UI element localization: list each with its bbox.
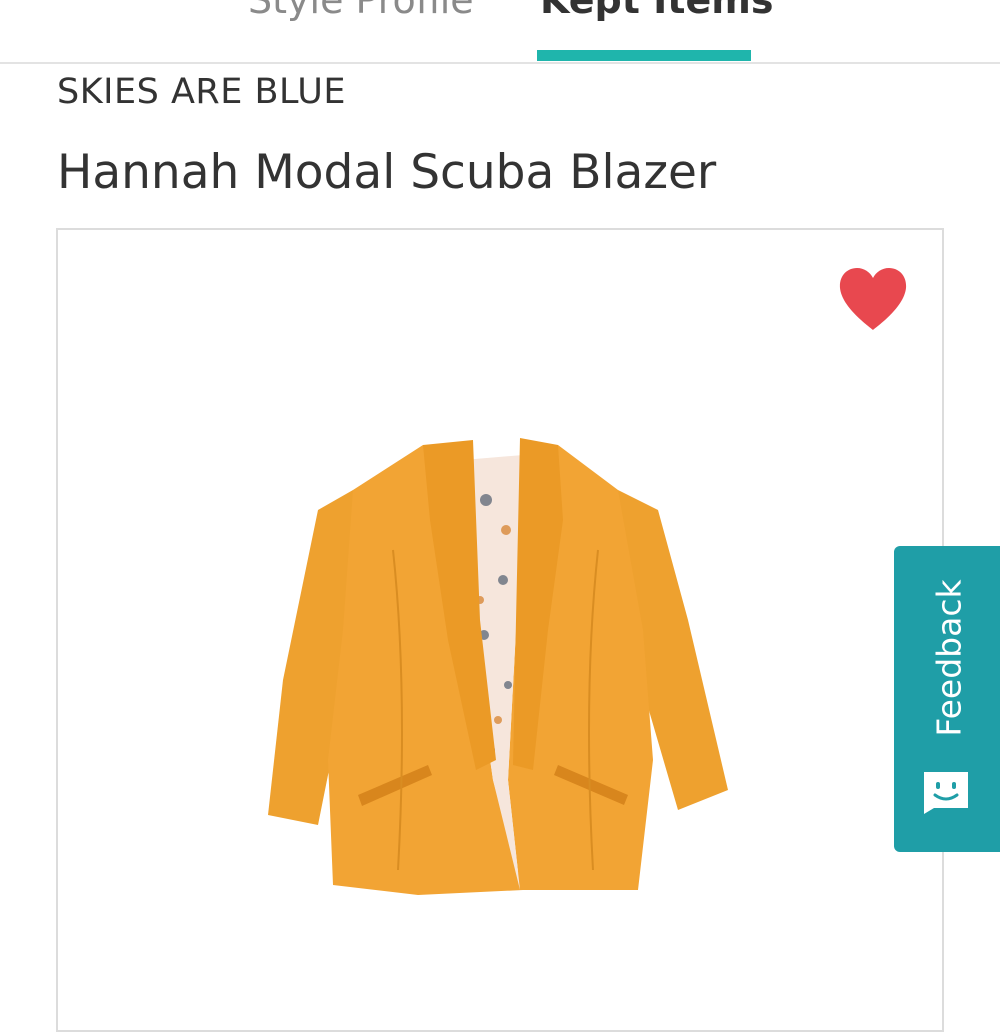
product-image-card bbox=[56, 228, 944, 1032]
product-title: Hannah Modal Scuba Blazer bbox=[57, 145, 717, 200]
tab-kept-items[interactable]: Kept Items bbox=[540, 0, 773, 22]
active-tab-indicator bbox=[537, 50, 751, 61]
feedback-label: Feedback bbox=[929, 579, 969, 737]
orange-blazer-image bbox=[268, 438, 728, 895]
tab-style-profile[interactable]: Style Profile bbox=[248, 0, 474, 22]
product-brand: SKIES ARE BLUE bbox=[57, 72, 346, 112]
smiley-chat-icon bbox=[924, 772, 968, 814]
feedback-button[interactable]: Feedback bbox=[894, 546, 1000, 852]
heart-icon[interactable] bbox=[838, 266, 908, 332]
tab-bar: Style Profile Kept Items bbox=[0, 0, 1000, 64]
